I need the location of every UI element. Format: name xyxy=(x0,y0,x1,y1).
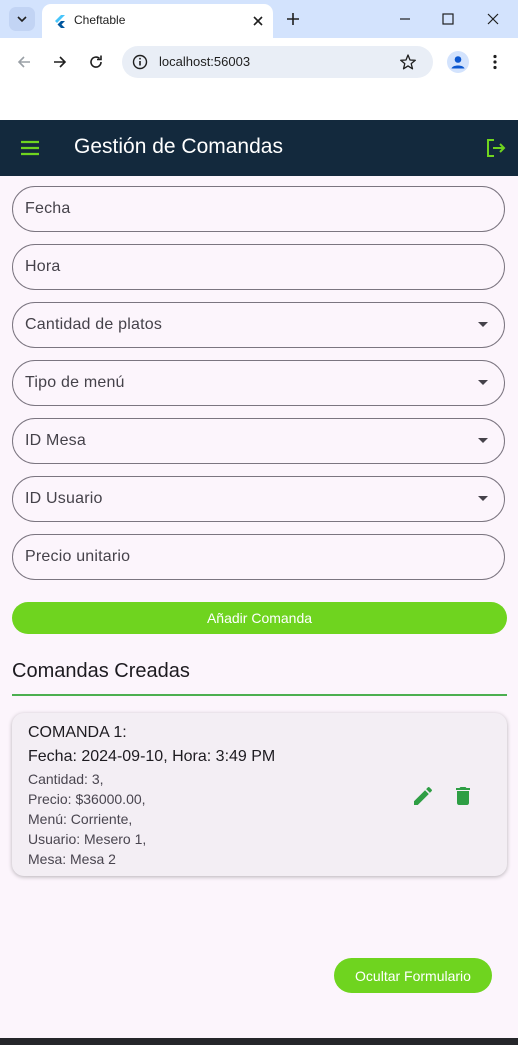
dropdown-arrow-icon xyxy=(478,380,488,385)
tipo-menu-label: Tipo de menú xyxy=(25,374,125,391)
reload-icon[interactable] xyxy=(87,53,105,71)
new-tab-icon[interactable] xyxy=(285,11,301,27)
browser-tab[interactable]: Cheftable xyxy=(42,4,273,38)
hora-label: Hora xyxy=(25,258,61,275)
hide-form-button[interactable]: Ocultar Formulario xyxy=(334,958,492,993)
order-usuario: Usuario: Mesero 1, xyxy=(28,831,147,847)
page-body: Fecha Hora Cantidad de platos Tipo de me… xyxy=(0,176,518,1038)
back-icon[interactable] xyxy=(15,53,33,71)
precio-unitario-field[interactable]: Precio unitario xyxy=(12,534,505,580)
close-window-icon[interactable] xyxy=(485,11,501,27)
cantidad-platos-label: Cantidad de platos xyxy=(25,316,163,333)
maximize-icon[interactable] xyxy=(440,11,456,27)
bookmark-star-icon[interactable] xyxy=(399,53,417,71)
dropdown-arrow-icon xyxy=(478,322,488,327)
fecha-field[interactable]: Fecha xyxy=(12,186,505,232)
order-datetime: Fecha: 2024-09-10, Hora: 3:49 PM xyxy=(28,748,276,765)
browser-tabstrip: Cheftable xyxy=(0,0,518,38)
id-mesa-label: ID Mesa xyxy=(25,432,86,449)
order-card: COMANDA 1: Fecha: 2024-09-10, Hora: 3:49… xyxy=(12,713,507,876)
dropdown-arrow-icon xyxy=(478,438,488,443)
dropdown-arrow-icon xyxy=(478,496,488,501)
fecha-label: Fecha xyxy=(25,200,71,217)
browser-toolbar: localhost:56003 xyxy=(0,38,518,86)
logout-icon[interactable] xyxy=(484,136,508,160)
add-comanda-button[interactable]: Añadir Comanda xyxy=(12,602,507,634)
site-info-icon[interactable] xyxy=(131,53,149,71)
order-precio: Precio: $36000.00, xyxy=(28,791,146,807)
id-usuario-dropdown[interactable]: ID Usuario xyxy=(12,476,505,522)
tipo-menu-dropdown[interactable]: Tipo de menú xyxy=(12,360,505,406)
tab-search-button[interactable] xyxy=(9,7,35,31)
precio-unitario-label: Precio unitario xyxy=(25,548,131,565)
section-title: Comandas Creadas xyxy=(12,660,190,682)
hamburger-menu-icon[interactable] xyxy=(18,136,42,160)
close-tab-icon[interactable] xyxy=(250,13,266,29)
window-bottom-edge xyxy=(0,1038,518,1045)
browser-menu-icon[interactable] xyxy=(486,53,504,71)
edit-pencil-icon[interactable] xyxy=(411,784,435,808)
chevron-down-icon xyxy=(17,16,27,23)
order-cantidad: Cantidad: 3, xyxy=(28,771,104,787)
order-menu: Menú: Corriente, xyxy=(28,811,133,827)
section-divider xyxy=(12,694,507,696)
profile-avatar[interactable] xyxy=(447,51,469,73)
hora-field[interactable]: Hora xyxy=(12,244,505,290)
forward-icon[interactable] xyxy=(51,53,69,71)
app-bar: Gestión de Comandas xyxy=(0,120,518,176)
minimize-icon[interactable] xyxy=(397,11,413,27)
url-text: localhost:56003 xyxy=(159,54,251,69)
cantidad-platos-dropdown[interactable]: Cantidad de platos xyxy=(12,302,505,348)
order-title: COMANDA 1: xyxy=(28,724,127,741)
tab-title: Cheftable xyxy=(74,13,126,27)
delete-trash-icon[interactable] xyxy=(451,784,475,808)
id-usuario-label: ID Usuario xyxy=(25,490,103,507)
page-title: Gestión de Comandas xyxy=(74,135,283,158)
order-mesa: Mesa: Mesa 2 xyxy=(28,851,116,867)
person-icon xyxy=(451,56,465,69)
id-mesa-dropdown[interactable]: ID Mesa xyxy=(12,418,505,464)
address-bar[interactable]: localhost:56003 xyxy=(122,46,433,78)
page-top-gap xyxy=(0,86,518,120)
flutter-logo-icon xyxy=(55,15,65,28)
